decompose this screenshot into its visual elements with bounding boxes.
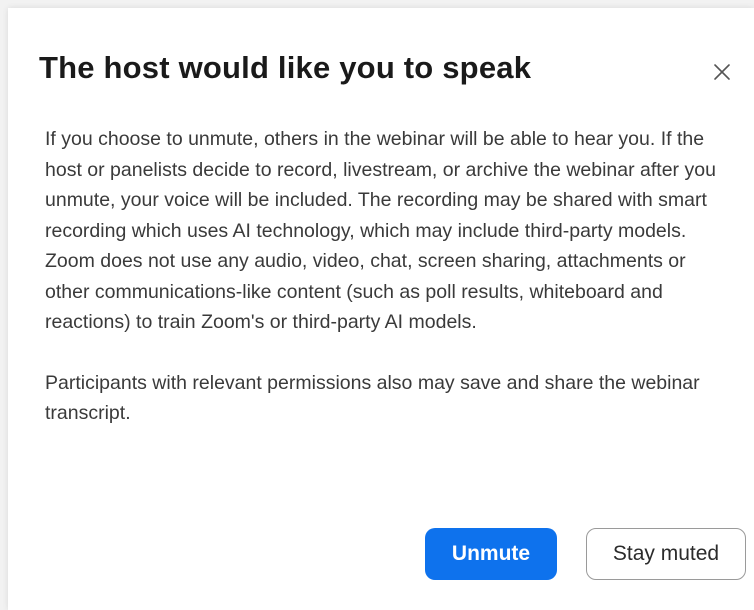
dialog-paragraph-recording-notice: If you choose to unmute, others in the w… <box>45 128 716 333</box>
dialog-paragraph-transcript-notice: Participants with relevant permissions a… <box>45 371 700 425</box>
speak-request-dialog: The host would like you to speak If you … <box>8 8 754 610</box>
close-button[interactable] <box>708 58 736 86</box>
close-icon <box>714 64 730 80</box>
unmute-button[interactable]: Unmute <box>425 528 557 580</box>
dialog-body: If you choose to unmute, others in the w… <box>45 124 735 459</box>
stay-muted-button[interactable]: Stay muted <box>586 528 746 580</box>
dialog-title: The host would like you to speak <box>39 50 532 85</box>
